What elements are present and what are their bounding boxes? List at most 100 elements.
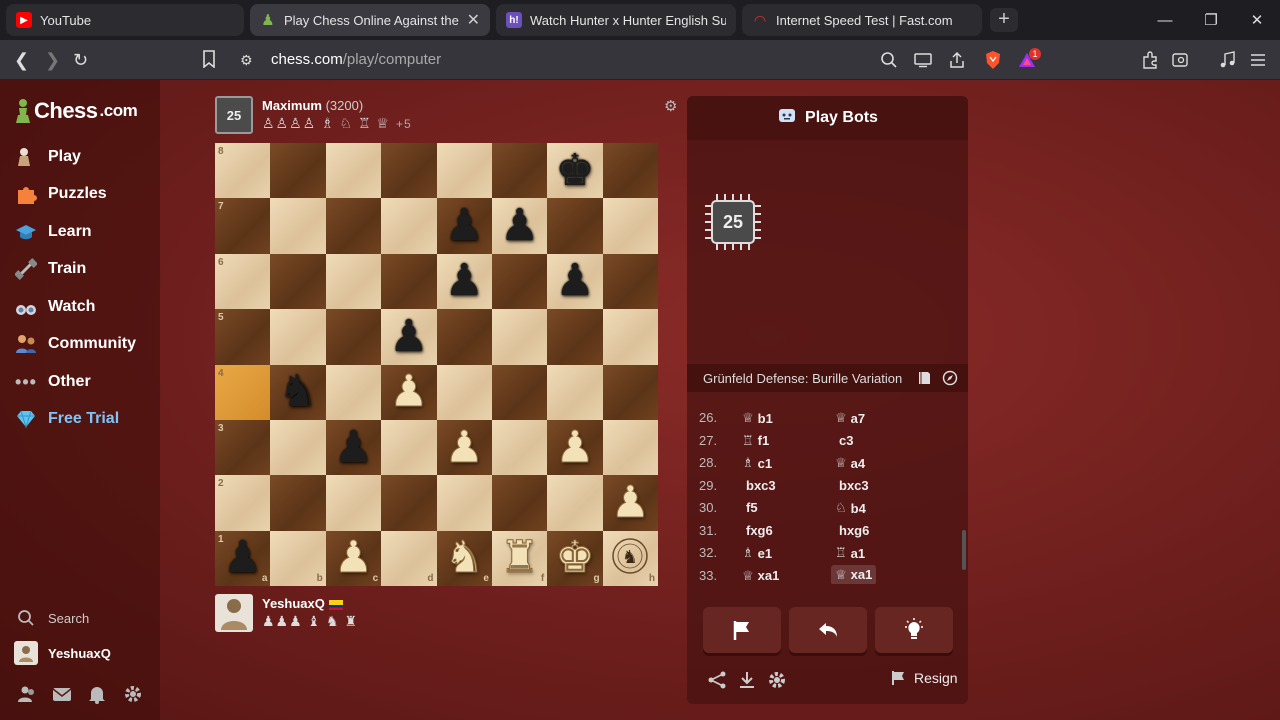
friends-icon[interactable]: [17, 684, 37, 704]
square-f3[interactable]: [491, 419, 548, 476]
square-e2[interactable]: [436, 475, 492, 531]
black-move[interactable]: bxc3: [835, 478, 869, 493]
sidebar-search[interactable]: Search: [14, 606, 89, 630]
white-move[interactable]: ♗ e1: [742, 545, 772, 561]
minimize-button[interactable]: —: [1142, 0, 1188, 40]
brave-shield-icon[interactable]: [983, 50, 1003, 70]
square-f2[interactable]: [491, 475, 548, 531]
chesscom-logo[interactable]: Chess .com: [14, 98, 138, 124]
messages-icon[interactable]: [52, 684, 72, 704]
abort-flag-button[interactable]: [703, 607, 781, 653]
white-knight-e1[interactable]: ♞: [444, 535, 484, 580]
menu-icon[interactable]: [1248, 50, 1268, 70]
square-d1[interactable]: d: [381, 530, 437, 586]
white-move[interactable]: ♖ f1: [742, 433, 769, 449]
black-pawn-d5[interactable]: ♟: [389, 314, 428, 359]
move-list-scrollbar[interactable]: [962, 530, 966, 570]
square-b2[interactable]: [270, 475, 326, 531]
tab-hianime[interactable]: h! Watch Hunter x Hunter English Sub/Dub: [496, 4, 736, 36]
restore-button[interactable]: ❐: [1188, 0, 1234, 40]
square-a8[interactable]: 8: [215, 143, 271, 199]
site-settings-icon[interactable]: ⚙: [240, 50, 253, 70]
square-h7[interactable]: [602, 198, 658, 254]
square-b7[interactable]: [270, 198, 326, 254]
square-b6[interactable]: [270, 253, 326, 310]
square-a4[interactable]: 4: [215, 364, 271, 420]
sidebar-profile[interactable]: YeshuaxQ: [14, 641, 111, 665]
cast-icon[interactable]: [913, 50, 933, 70]
black-move[interactable]: ♘ b4: [835, 500, 866, 516]
share-button[interactable]: [707, 670, 727, 690]
zoom-search-icon[interactable]: [879, 50, 899, 70]
black-move[interactable]: ♕ a7: [835, 410, 865, 426]
square-g1[interactable]: g ♚: [547, 530, 603, 586]
hint-button[interactable]: [875, 607, 953, 653]
square-e7[interactable]: ♟: [436, 198, 492, 254]
white-move[interactable]: bxc3: [742, 478, 776, 493]
sidebar-item-community[interactable]: Community: [14, 332, 136, 356]
square-d6[interactable]: [381, 253, 437, 310]
white-pawn-g3[interactable]: ♟: [555, 425, 595, 470]
square-c1[interactable]: c ♟: [325, 530, 382, 586]
reload-icon[interactable]: ↻: [73, 50, 88, 70]
black-move[interactable]: ♖ a1: [835, 545, 865, 561]
square-g2[interactable]: [547, 475, 603, 531]
square-f4[interactable]: [491, 364, 548, 420]
square-e8[interactable]: [436, 143, 492, 199]
square-e3[interactable]: ♟: [436, 419, 492, 476]
back-icon[interactable]: ❮: [14, 50, 29, 70]
book-icon[interactable]: [916, 370, 932, 389]
square-b5[interactable]: [270, 309, 326, 365]
square-g7[interactable]: [547, 198, 603, 254]
forward-icon[interactable]: ❯: [45, 50, 60, 70]
sidebar-item-other[interactable]: ••• Other: [14, 370, 91, 394]
player-avatar[interactable]: [215, 594, 253, 632]
black-pawn-e6[interactable]: ♟: [444, 259, 483, 303]
sidebar-item-learn[interactable]: Learn: [14, 220, 92, 244]
square-h3[interactable]: [602, 419, 658, 476]
tab-youtube[interactable]: ▶ YouTube: [6, 4, 244, 36]
square-c8[interactable]: [325, 143, 382, 199]
wallet-icon[interactable]: [1170, 50, 1190, 70]
square-e5[interactable]: [436, 309, 492, 365]
square-b8[interactable]: [270, 143, 326, 199]
board-settings-gear-icon[interactable]: ⚙: [664, 97, 677, 115]
square-f8[interactable]: [491, 143, 548, 199]
black-knight-b4[interactable]: ♞: [278, 370, 317, 414]
white-move[interactable]: f5: [742, 500, 758, 515]
square-a2[interactable]: 2: [215, 475, 271, 531]
square-d2[interactable]: [381, 475, 437, 531]
tab-fast[interactable]: ◠ Internet Speed Test | Fast.com: [742, 4, 982, 36]
move-list[interactable]: 26. ♕ b1 ♕ a7 27. ♖ f1 c3 28. ♗ c1 ♕ a4 29. bxc3 bxc3 30.…: [687, 394, 968, 584]
square-c7[interactable]: [325, 198, 382, 254]
player-name[interactable]: YeshuaxQ: [262, 596, 358, 611]
square-f7[interactable]: ♟: [491, 198, 548, 254]
black-pawn-c3[interactable]: ♟: [334, 425, 373, 470]
square-b1[interactable]: b: [270, 530, 326, 586]
notifications-bell-icon[interactable]: [87, 684, 107, 704]
sidebar-item-watch[interactable]: Watch: [14, 295, 95, 319]
white-move[interactable]: ♗ c1: [742, 455, 772, 471]
media-icon[interactable]: [1218, 50, 1238, 70]
close-tab-icon[interactable]: ✕: [467, 10, 480, 30]
square-f6[interactable]: [491, 253, 548, 310]
black-move[interactable]: hxg6: [835, 523, 869, 538]
square-c2[interactable]: [325, 475, 382, 531]
close-window-button[interactable]: ✕: [1234, 0, 1280, 40]
square-e4[interactable]: [436, 364, 492, 420]
square-g6[interactable]: ♟: [547, 253, 603, 310]
white-rook-f1[interactable]: ♜: [499, 535, 539, 580]
square-g3[interactable]: ♟: [547, 419, 603, 476]
square-h2[interactable]: ♟: [602, 475, 658, 531]
bot-chip-avatar[interactable]: 25: [215, 96, 253, 134]
white-king-g1[interactable]: ♚: [555, 535, 595, 580]
settings-gear-icon[interactable]: [123, 684, 143, 704]
black-move[interactable]: c3: [835, 433, 853, 448]
bookmark-icon[interactable]: [202, 50, 216, 72]
square-h5[interactable]: [602, 309, 658, 365]
sidebar-item-free-trial[interactable]: Free Trial: [14, 407, 119, 431]
white-move[interactable]: ♕ xa1: [742, 568, 779, 584]
square-f1[interactable]: f ♜: [491, 530, 548, 586]
takeback-button[interactable]: [789, 607, 867, 653]
square-c4[interactable]: [325, 364, 382, 420]
